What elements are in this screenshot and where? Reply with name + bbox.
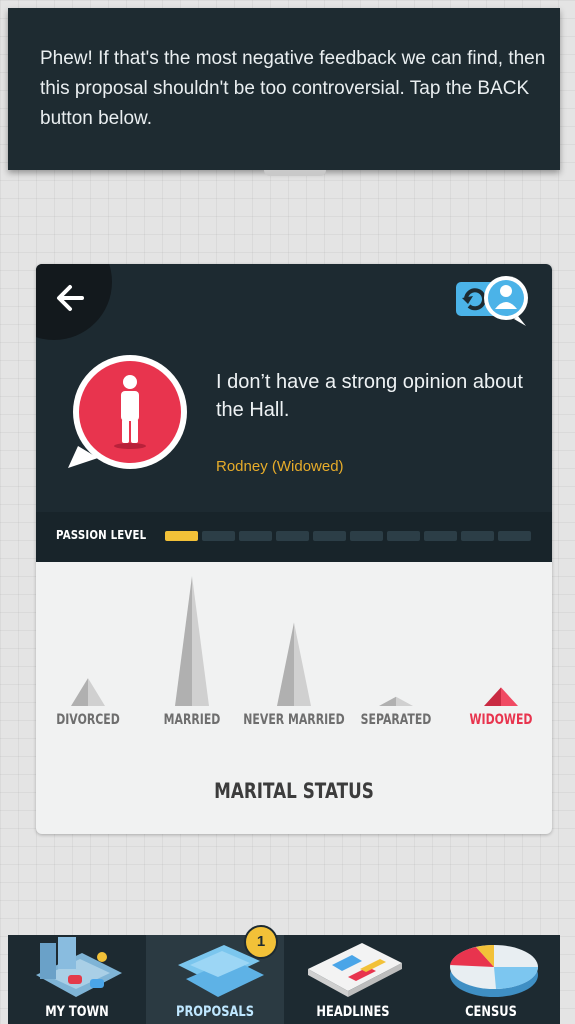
- category-label: SEPARATED: [361, 711, 432, 728]
- nav-item-headlines[interactable]: HEADLINES: [284, 935, 422, 1024]
- nav-label: HEADLINES: [316, 1004, 390, 1020]
- tooltip-banner: Phew! If that's the most negative feedba…: [8, 8, 560, 170]
- bar-never-married: [277, 622, 311, 706]
- category-label: MARRIED: [164, 711, 221, 728]
- passion-level-label: PASSION LEVEL: [56, 528, 147, 542]
- notification-badge: 1: [244, 925, 278, 959]
- nav-item-my-town[interactable]: MY TOWN: [8, 935, 146, 1024]
- tooltip-message: Phew! If that's the most negative feedba…: [40, 48, 546, 129]
- bar-widowed: [484, 687, 518, 706]
- passion-segment: [461, 531, 494, 541]
- banner-handle: [264, 170, 326, 176]
- category-label: WIDOWED: [470, 711, 533, 728]
- bar-separated: [379, 696, 413, 706]
- passion-segment: [424, 531, 457, 541]
- passion-segment: [165, 531, 198, 541]
- nav-item-census[interactable]: CENSUS: [422, 935, 560, 1024]
- bottom-nav: MY TOWN 1 PROPOSALS HEADLINES CENSUS: [8, 925, 560, 1024]
- passion-segment: [498, 531, 531, 541]
- town-icon: [36, 937, 122, 997]
- pie-chart-icon: [450, 945, 538, 997]
- category-label: DIVORCED: [56, 711, 120, 728]
- passion-segment: [387, 531, 420, 541]
- passion-segment: [276, 531, 309, 541]
- passion-segment: [202, 531, 235, 541]
- passion-level-meter: [165, 531, 531, 541]
- speaker-name: Rodney (Widowed): [216, 458, 344, 475]
- feedback-quote: I don’t have a strong opinion about the …: [216, 371, 523, 421]
- citizen-avatar-icon: [68, 355, 187, 469]
- back-arrow-icon[interactable]: [52, 280, 88, 316]
- marital-status-chart: DIVORCED MARRIED NEVER MARRIED SEPARATED WID…: [56, 576, 533, 804]
- newspaper-icon: [308, 943, 402, 997]
- passion-level-strip: PASSION LEVEL: [36, 512, 552, 562]
- switch-citizen-icon[interactable]: [454, 272, 536, 328]
- bar-married: [175, 576, 209, 706]
- bar-divorced: [71, 678, 105, 706]
- x-axis-label: MARITAL STATUS: [214, 779, 374, 803]
- category-label: NEVER MARRIED: [243, 711, 344, 728]
- nav-item-proposals[interactable]: 1 PROPOSALS: [146, 925, 284, 1024]
- nav-label: PROPOSALS: [176, 1004, 254, 1020]
- feedback-header: I don’t have a strong opinion about the …: [36, 264, 552, 562]
- nav-label: CENSUS: [465, 1004, 517, 1020]
- passion-segment: [313, 531, 346, 541]
- passion-segment: [239, 531, 272, 541]
- feedback-card: I don’t have a strong opinion about the …: [36, 264, 552, 834]
- passion-segment: [350, 531, 383, 541]
- nav-label: MY TOWN: [45, 1004, 109, 1020]
